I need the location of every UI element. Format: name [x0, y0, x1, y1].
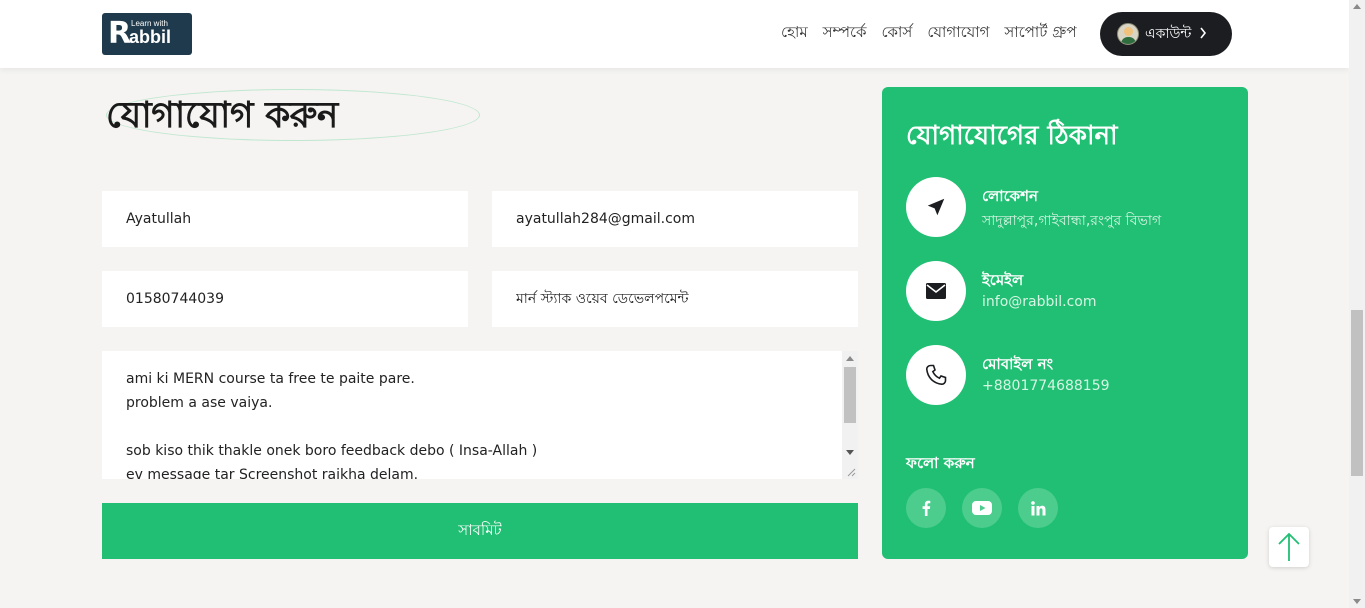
- nav-link-about[interactable]: সম্পর্কে: [823, 20, 867, 44]
- rabbil-logo[interactable]: R Learn with abbil: [102, 13, 192, 55]
- scroll-up-arrow-icon[interactable]: [1353, 4, 1361, 9]
- email-field[interactable]: [492, 191, 858, 247]
- location-icon-circle: [906, 177, 966, 237]
- page-title: যোগাযোগ করুন: [106, 95, 338, 136]
- mobile-label: মোবাইল নং: [982, 355, 1054, 373]
- email-value[interactable]: info@rabbil.com: [982, 294, 1097, 310]
- nav-link-support-group[interactable]: সাপোর্ট গ্রুপ: [1004, 20, 1076, 44]
- scrollbar-thumb[interactable]: [1351, 310, 1363, 476]
- name-field[interactable]: [102, 191, 468, 247]
- email-label: ইমেইল: [982, 271, 1024, 289]
- scroll-down-arrow-icon[interactable]: [1353, 599, 1361, 604]
- page-scrollbar[interactable]: [1349, 0, 1365, 608]
- contact-card-title: যোগাযোগের ঠিকানা: [906, 121, 1118, 151]
- logo-wordmark: abbil: [129, 27, 172, 47]
- mobile-value[interactable]: +8801774688159: [982, 378, 1110, 394]
- submit-button[interactable]: সাবমিট: [102, 503, 858, 559]
- navbar: R Learn with abbil হোম সম্পর্কে কোর্স যো…: [0, 0, 1349, 68]
- account-label: একাউন্ট: [1145, 26, 1192, 42]
- linkedin-icon: [1030, 500, 1045, 515]
- chevron-right-icon: [1199, 25, 1207, 43]
- facebook-button[interactable]: [906, 488, 946, 528]
- resize-grip-icon[interactable]: [846, 467, 856, 477]
- message-scrollbar-thumb[interactable]: [844, 367, 856, 423]
- facebook-icon: [922, 500, 931, 516]
- youtube-icon: [972, 501, 992, 515]
- youtube-button[interactable]: [962, 488, 1002, 528]
- email-icon-circle: [906, 261, 966, 321]
- contact-card: যোগাযোগের ঠিকানা লোকেশন সাদুল্লাপুর,গাইব…: [882, 87, 1248, 559]
- message-text: ami ki MERN course ta free te paite pare…: [126, 371, 538, 479]
- nav-links: হোম সম্পর্কে কোর্স যোগাযোগ সাপোর্ট গ্রুপ: [781, 20, 1077, 44]
- message-scroll-up-icon[interactable]: [846, 356, 854, 361]
- location-value: সাদুল্লাপুর,গাইবান্ধা,রংপুর বিভাগ: [982, 213, 1162, 229]
- avatar: [1117, 23, 1139, 45]
- phone-icon-circle: [906, 345, 966, 405]
- message-textarea[interactable]: ami ki MERN course ta free te paite pare…: [102, 351, 858, 479]
- arrow-up-icon: [1278, 532, 1300, 561]
- subject-field[interactable]: [492, 271, 858, 327]
- nav-link-contact[interactable]: যোগাযোগ: [927, 20, 989, 44]
- message-scrollbar[interactable]: [842, 351, 858, 479]
- follow-label: ফলো করুন: [906, 454, 975, 472]
- account-button[interactable]: একাউন্ট: [1100, 12, 1232, 56]
- phone-icon: [925, 364, 947, 386]
- envelope-icon: [926, 283, 946, 299]
- nav-link-courses[interactable]: কোর্স: [881, 20, 912, 44]
- navigation-arrow-icon: [927, 198, 945, 216]
- phone-field[interactable]: [102, 271, 468, 327]
- nav-link-home[interactable]: হোম: [781, 20, 808, 44]
- logo-letter: R: [108, 16, 132, 51]
- message-scroll-down-icon[interactable]: [846, 450, 854, 455]
- back-to-top-button[interactable]: [1269, 527, 1309, 567]
- linkedin-button[interactable]: [1018, 488, 1058, 528]
- location-label: লোকেশন: [982, 187, 1038, 205]
